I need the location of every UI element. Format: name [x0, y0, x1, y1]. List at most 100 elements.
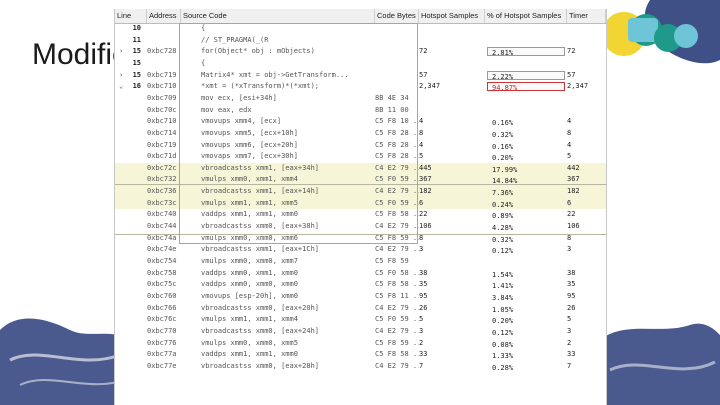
pct-bar: 1.54%	[487, 269, 513, 279]
pct-bar: 0.20%	[487, 152, 513, 162]
row-pct-hotspot: 0.12%	[485, 326, 567, 338]
row-hotspot-samples: 8	[419, 128, 424, 137]
table-row[interactable]: 0xbc710vmovups xmm4, [ecx]C5 F8 10 ...44…	[115, 116, 606, 128]
column-header-pct-hotspot[interactable]: % of Hotspot Samples	[485, 9, 567, 23]
table-row[interactable]: 15 {	[115, 58, 606, 70]
table-row[interactable]: ⌄ 16 0xbc710 *xmt = (*xTransform)*(*xmt); 2,…	[115, 81, 606, 93]
line-number	[115, 256, 144, 268]
column-header-address[interactable]: Address	[147, 9, 181, 23]
column-header-code-bytes[interactable]: Code Bytes	[375, 9, 419, 23]
row-code-bytes: C5 F0 59 ...	[375, 315, 419, 324]
table-row[interactable]: 0xbc73c vmulps xmm1, xmm1, xmm5 C5 F0 59 .…	[115, 197, 606, 210]
table-row[interactable]: 0xbc760 vmovups [esp-20h], xmm0 C5 F8 11 .…	[115, 291, 606, 303]
table-row[interactable]: 0xbc77a vaddps xmm1, xmm1, xmm0 C5 F8 58 .…	[115, 349, 606, 361]
row-address: 0xbc754	[147, 257, 177, 265]
column-header-timer[interactable]: Timer	[567, 9, 606, 23]
pct-value: 7.36%	[492, 189, 514, 198]
row-address: 0xbc719	[147, 140, 177, 149]
row-address	[147, 23, 179, 35]
row-pct-hotspot: 1.54%	[485, 268, 567, 280]
table-row[interactable]: 0xbc776 vmulps xmm0, xmm0, xmm5 C5 F8 59 .…	[115, 338, 606, 350]
table-row[interactable]: 0xbc770 vbroadcastss xmm0, [eax+24h] C4 E2…	[115, 326, 606, 338]
row-code-bytes: C5 F8 28 ...	[375, 140, 419, 149]
table-row[interactable]: › 15 0xbc719 Matrix4* xmt = obj->GetTransfo…	[115, 70, 606, 82]
pct-value: 4.28%	[492, 224, 514, 233]
table-row[interactable]: 0xbc709 mov ecx, [esi+34h] 8B 4E 34	[115, 93, 606, 105]
line-number	[115, 174, 144, 186]
table-row[interactable]: 0xbc766 vbroadcastss xmm0, [eax+20h] C4 E2…	[115, 303, 606, 315]
column-header-hotspot-samples[interactable]: Hotspot Samples	[419, 9, 485, 23]
row-pct-hotspot: 2.81%	[485, 46, 567, 58]
row-source: vbroadcastss xmm0, [eax+28h]	[201, 361, 320, 370]
table-row[interactable]: 0xbc744 vbroadcastss xmm0, [eax+38h] C4 E2…	[115, 221, 606, 233]
table-row[interactable]: 0xbc736 vbroadcastss xmm1, [eax+14h] C4 E2…	[115, 186, 606, 198]
table-row[interactable]: 0xbc77e vbroadcastss xmm0, [eax+28h] C4 E2…	[115, 361, 606, 373]
table-row[interactable]: 0xbc714 vmovups xmm5, [ecx+10h] C5 F8 28 .…	[115, 128, 606, 140]
row-pct-hotspot: 0.20%	[485, 314, 567, 326]
table-row[interactable]: 0xbc740 vaddps xmm1, xmm1, xmm0 C5 F8 58 .…	[115, 209, 606, 221]
row-source: vbroadcastss xmm0, [eax+24h]	[201, 326, 320, 335]
pct-bar: 1.41%	[487, 280, 513, 290]
table-row[interactable]: › 15 0xbc728 for(Object* obj : mObjects) 72 7…	[115, 46, 606, 58]
row-address: 0xbc75c	[147, 280, 177, 289]
table-row[interactable]: 0xbc76c vmulps xmm1, xmm1, xmm4 C5 F0 59 .…	[115, 314, 606, 326]
row-source: vbroadcastss xmm1, [eax+14h]	[201, 187, 320, 196]
row-pct-hotspot: 14.84%	[485, 174, 567, 186]
pct-bar	[487, 24, 489, 33]
table-row[interactable]: 0xbc758 vaddps xmm0, xmm1, xmm0 C5 F0 58 .…	[115, 268, 606, 280]
row-source: vaddps xmm0, xmm1, xmm0	[201, 268, 298, 277]
row-hotspot-samples	[419, 256, 485, 268]
pct-value: 17.99%	[492, 165, 518, 174]
row-address: 0xbc74a	[147, 233, 177, 242]
row-code-bytes: C5 F0 59 ...	[375, 198, 419, 207]
pct-bar: 7.36%	[487, 187, 513, 197]
line-number	[115, 128, 144, 140]
pct-value: 1.41%	[492, 282, 514, 291]
pct-value: 0.12%	[492, 247, 514, 256]
row-pct-hotspot: 0.16%	[485, 116, 567, 128]
line-number	[115, 279, 144, 291]
row-address: 0xbc76c	[147, 315, 177, 324]
row-hotspot-samples: 8	[419, 233, 424, 242]
pct-value: 94.87%	[492, 84, 518, 93]
column-header-source-code[interactable]: Source Code	[181, 9, 375, 23]
row-timer: 57	[567, 70, 576, 79]
pct-value: 0.16%	[492, 142, 514, 151]
table-row[interactable]: 0xbc75c vaddps xmm0, xmm0, xmm0 C5 F8 58 .…	[115, 279, 606, 291]
row-timer	[567, 93, 606, 105]
table-row[interactable]: 0xbc74a vmulps xmm0, xmm0, xmm6 C5 F8 59 .…	[115, 233, 606, 245]
column-header-line[interactable]: Line	[115, 9, 147, 23]
row-address: 0xbc728	[147, 47, 177, 56]
row-pct-hotspot: 0.89%	[485, 209, 567, 221]
table-row[interactable]: 0xbc71d vmovaps xmm7, [ecx+30h] C5 F8 28 .…	[115, 151, 606, 163]
row-timer: 3	[567, 245, 572, 254]
row-source: vaddps xmm0, xmm0, xmm0	[201, 280, 298, 289]
line-number	[115, 361, 144, 373]
pct-bar: 3.84%	[487, 292, 513, 302]
table-header: Line Address Source Code Code Bytes Hots…	[115, 9, 606, 24]
row-source: vmovaps xmm7, [ecx+30h]	[201, 152, 298, 161]
row-timer	[567, 35, 606, 47]
row-source: vmulps xmm0, xmm1, xmm4	[201, 175, 298, 184]
pct-bar: 0.28%	[487, 362, 513, 372]
row-source: vmulps xmm0, xmm0, xmm5	[201, 338, 298, 347]
row-source: mov eax, edx	[201, 105, 252, 114]
row-address: 0xbc770	[147, 326, 177, 335]
pct-value: 2.81%	[492, 49, 514, 58]
table-row[interactable]: 11 // ST_PRAGMA(_(R	[115, 35, 606, 47]
row-hotspot-samples: 106	[419, 222, 432, 231]
table-row[interactable]: 0xbc74e vbroadcastss xmm1, [eax+1Ch] C4 E2…	[115, 244, 606, 256]
row-hotspot-samples	[419, 23, 485, 35]
table-row[interactable]: 0xbc732 vmulps xmm0, xmm1, xmm4 C5 F0 59 .…	[115, 174, 606, 187]
table-row[interactable]: 0xbc72c vbroadcastss xmm1, [eax+34h] C4 E2…	[115, 162, 606, 175]
row-address: 0xbc758	[147, 268, 177, 277]
row-address: 0xbc710	[147, 117, 177, 126]
line-number: 15	[132, 58, 141, 67]
pct-bar	[487, 59, 489, 68]
row-hotspot-samples: 35	[419, 280, 428, 289]
table-row[interactable]: 10 {	[115, 23, 606, 35]
table-row[interactable]: 0xbc754 vmulps xmm0, xmm0, xmm7 C5 F8 59	[115, 256, 606, 268]
table-row[interactable]: 0xbc70c mov eax, edx 8B 11 00	[115, 105, 606, 117]
row-address: 0xbc776	[147, 338, 177, 347]
table-row[interactable]: 0xbc719 vmovups xmm6, [ecx+20h] C5 F8 28 .…	[115, 140, 606, 152]
